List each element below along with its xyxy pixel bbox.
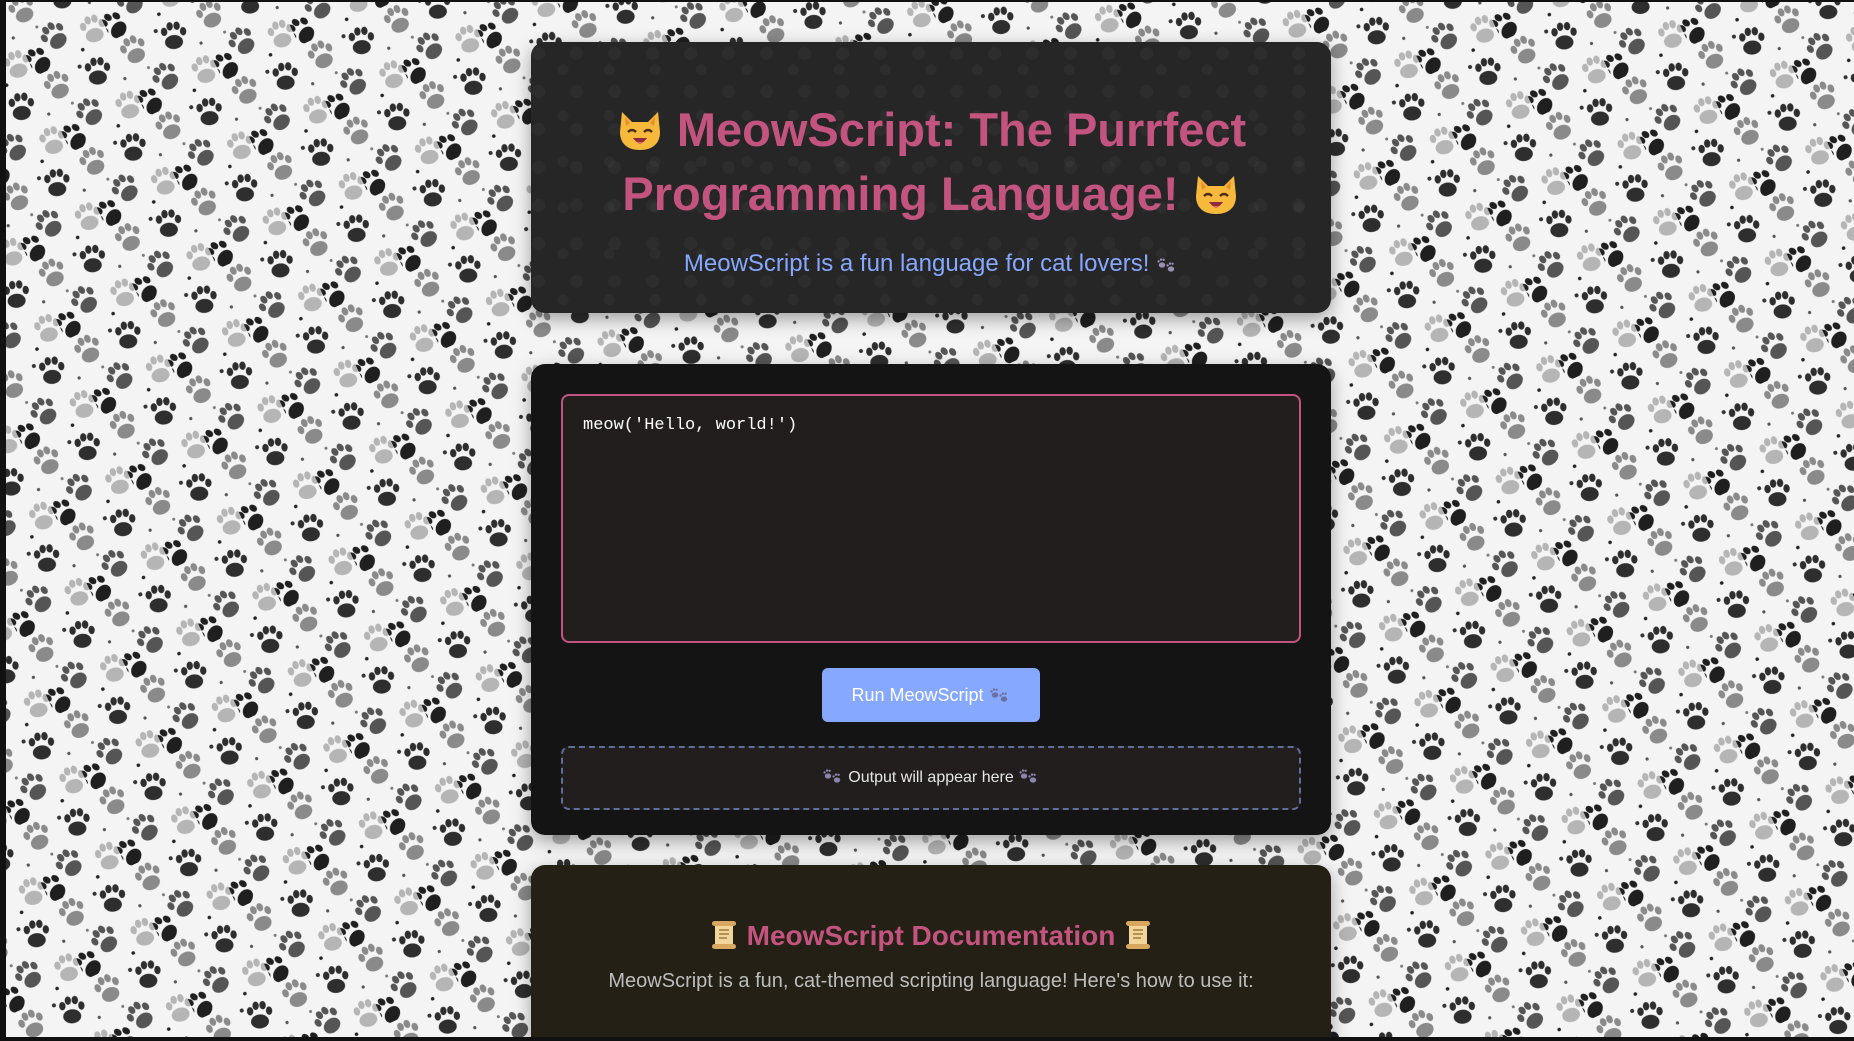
- docs-card: MeowScript Documentation MeowScript is a…: [531, 865, 1331, 1041]
- hero-card: MeowScript: The Purrfect Programming Lan…: [531, 42, 1331, 313]
- paw-prints-icon: [1019, 769, 1037, 783]
- run-button[interactable]: Run MeowScript: [822, 668, 1040, 722]
- cat-face-icon: [1195, 176, 1236, 214]
- page-subtitle: MeowScript is a fun language for cat lov…: [531, 250, 1331, 278]
- editor-card: meow('Hello, world!') Run MeowScript Out…: [531, 364, 1331, 835]
- page-title-text: MeowScript: The Purrfect Programming Lan…: [622, 103, 1247, 220]
- paw-prints-icon: [1157, 258, 1175, 272]
- scroll-icon: [711, 921, 736, 949]
- paw-prints-icon: [823, 769, 841, 783]
- output-panel: Output will appear here: [561, 746, 1301, 810]
- main-column: MeowScript: The Purrfect Programming Lan…: [531, 42, 1331, 1041]
- output-text: Output will appear here: [848, 769, 1014, 786]
- paw-prints-icon: [989, 688, 1007, 702]
- docs-intro: MeowScript is a fun, cat-themed scriptin…: [608, 970, 1254, 992]
- docs-title: MeowScript Documentation: [531, 919, 1331, 952]
- page-title: MeowScript: The Purrfect Programming Lan…: [591, 98, 1271, 226]
- run-button-label: Run MeowScript: [851, 685, 984, 705]
- scroll-icon: [1126, 921, 1151, 949]
- code-editor[interactable]: meow('Hello, world!'): [561, 394, 1301, 643]
- cat-face-icon: [619, 112, 660, 150]
- page-subtitle-text: MeowScript is a fun language for cat lov…: [683, 250, 1150, 277]
- run-button-wrap: Run MeowScript: [561, 668, 1301, 722]
- docs-title-text: MeowScript Documentation: [746, 920, 1116, 951]
